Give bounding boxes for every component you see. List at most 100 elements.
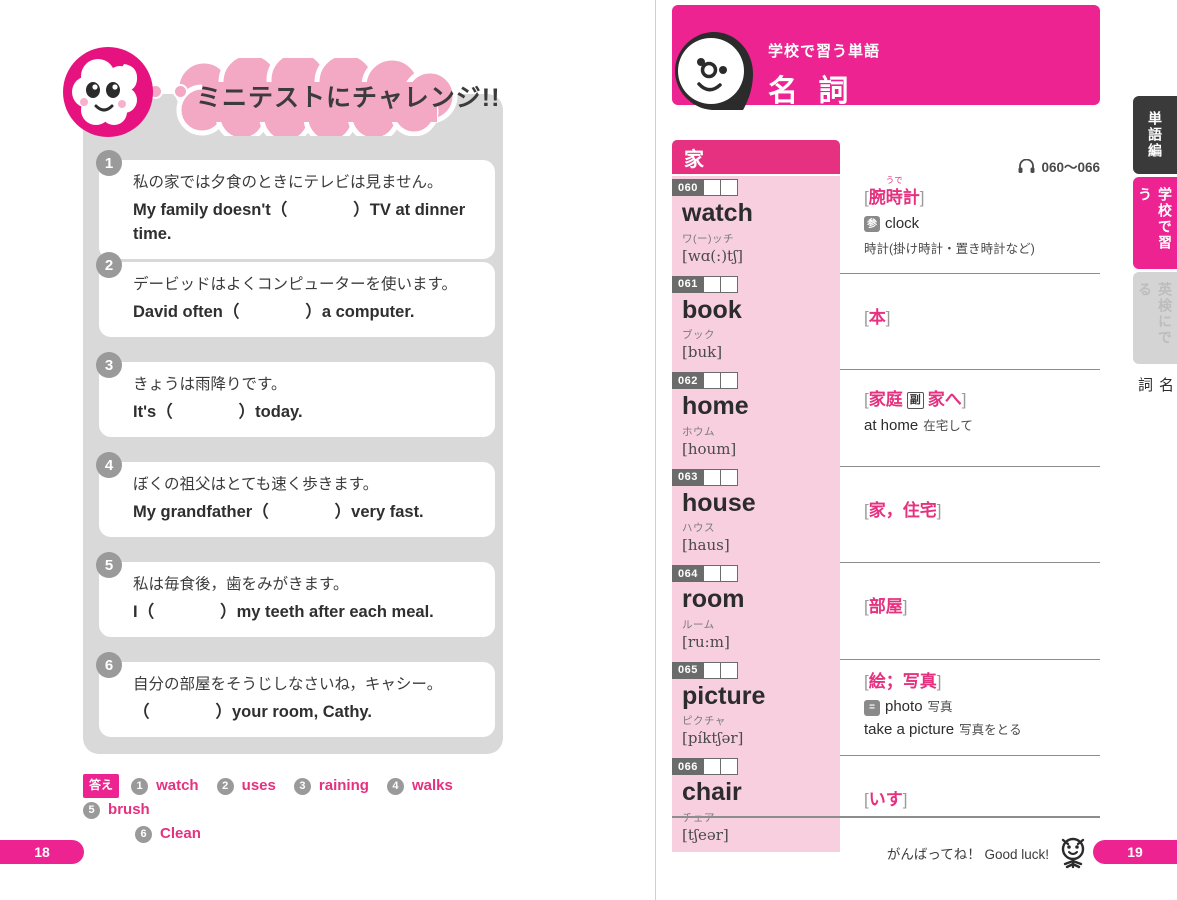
check-box-2[interactable] [720, 758, 738, 775]
check-box-2[interactable] [720, 468, 738, 486]
tab-gakko-de-narau[interactable]: 学校で習う [1133, 177, 1177, 269]
meaning-main: 本 [868, 307, 886, 327]
index-tabs: 単語編 学校で習う 英検にでる 名 詞 [1133, 96, 1177, 440]
entry-number: 066 [672, 758, 704, 775]
audio-range: 060〜066 [1041, 160, 1100, 175]
entry-number: 065 [672, 661, 704, 679]
meaning-main: いす [868, 790, 903, 809]
textbook-spread: ミニテストにチャレンジ!! 1 私の家では夕食のときにテレビは見ません。 My … [0, 0, 1177, 900]
vocab-entry: 064 room ルーム [ru:m] [部屋] [672, 562, 1100, 659]
vocab-meaning-column: [部屋] [840, 562, 1100, 659]
check-box-1[interactable] [703, 758, 721, 775]
quiz-card: 3 きょうは雨降りです。 It's（ ）today. [96, 352, 495, 438]
vocab-entry: 065 picture ピクチャ [píktʃər] [絵；写真] = phot… [672, 658, 1100, 755]
vocab-meaning: [家，住宅] [864, 499, 1092, 523]
mascot-icon [63, 47, 153, 137]
quiz-card: 2 デービッドはよくコンピューターを使います。 David often（ ）a … [96, 252, 495, 338]
meaning-main: 家庭 [868, 390, 903, 409]
entry-number: 060 [672, 179, 704, 196]
headphone-icon [1018, 159, 1035, 173]
answer-label: 答え [83, 774, 120, 798]
quiz-card: 5 私は毎食後，歯をみがきます。 I（ ）my teeth after each… [96, 552, 495, 638]
check-box-1[interactable] [703, 468, 721, 486]
note-english: photo [885, 698, 923, 716]
vocab-word: watch [682, 199, 753, 227]
vocab-word: book [682, 295, 742, 324]
vocab-meaning-column: [絵；写真] = photo 写真 take a picture 写真をとる [840, 658, 1100, 755]
note-english: clock [885, 214, 920, 232]
vocab-word-column: 061 book ブック [buk] [672, 272, 840, 369]
question-english: （ ）your room, Cathy. [133, 703, 372, 722]
vocab-kana: ハウス [682, 522, 715, 534]
note-japanese: 在宅して [923, 418, 973, 433]
entry-number: 063 [672, 468, 704, 486]
question-english: I（ ）my teeth after each meal. [133, 603, 434, 622]
check-box-1[interactable] [703, 372, 721, 389]
vocab-ipa: [tʃeər] [682, 825, 729, 844]
vocab-ipa: [ru:m] [682, 632, 730, 651]
tab-eiken-ni-deru[interactable]: 英検にでる [1133, 272, 1177, 364]
question-japanese: きょうは雨降りです。 [133, 376, 287, 393]
vocab-ipa: [haus] [682, 536, 730, 554]
entry-number-badge: 064 [672, 565, 738, 582]
page-number-left: 18 [0, 840, 84, 864]
page-number-right: 19 [1093, 840, 1177, 864]
quiz-card: 4 ぼくの祖父はとても速く歩きます。 My grandfather（ ）very… [96, 452, 495, 538]
question-japanese: 私の家では夕食のときにテレビは見ません。 [133, 174, 443, 191]
right-page: 学校で習う単語 名 詞 家 060〜066 060 watch ワ(ー)ッチ [… [655, 0, 1177, 900]
tab-tango-hen[interactable]: 単語編 [1133, 96, 1177, 174]
vocab-entry: 063 house ハウス [haus] [家，住宅] [672, 465, 1100, 562]
check-box-1[interactable] [703, 565, 721, 582]
entry-number: 064 [672, 565, 704, 582]
answer-number: 1 [131, 777, 149, 795]
check-box-2[interactable] [720, 661, 738, 679]
header-title: 名 詞 [768, 75, 855, 108]
vocab-note: at home 在宅して [864, 415, 1092, 438]
answer-number: 3 [293, 777, 311, 795]
answer-word: raining [318, 777, 369, 794]
question-number: 2 [96, 252, 122, 278]
vocab-entry: 060 watch ワ(ー)ッチ [wɑ(:)tʃ] [うで 腕時計] 参 clo… [672, 175, 1100, 273]
answer-word: watch [156, 777, 199, 794]
meaning-main: 部屋 [868, 597, 903, 616]
vocab-meaning: [絵；写真] [864, 670, 1092, 694]
vocabulary-list: 060 watch ワ(ー)ッチ [wɑ(:)tʃ] [うで 腕時計] 参 clo… [672, 175, 1100, 852]
answer-item: 1 watch [131, 774, 199, 798]
vocab-word-column: 065 picture ピクチャ [píktʃər] [672, 658, 840, 755]
vocab-word-column: 060 watch ワ(ー)ッチ [wɑ(:)tʃ] [672, 176, 840, 273]
entry-number: 062 [672, 372, 704, 389]
check-box-2[interactable] [720, 275, 738, 293]
entry-number-badge: 060 [672, 179, 738, 196]
check-box-1[interactable] [703, 275, 721, 293]
vocab-kana: ピクチャ [682, 715, 726, 727]
vocab-word: house [682, 488, 756, 517]
ruby-text: うで [885, 175, 903, 185]
list-bottom-rule [672, 816, 1100, 818]
note2-english: take a picture [864, 720, 955, 738]
question-number: 5 [96, 552, 122, 578]
check-box-2[interactable] [720, 565, 738, 582]
entry-number-badge: 061 [672, 275, 738, 293]
bracket-close: ] [961, 390, 967, 409]
reference-badge-icon: 参 [864, 216, 880, 233]
answer-item: 6 Clean [135, 822, 201, 846]
left-page: ミニテストにチャレンジ!! 1 私の家では夕食のときにテレビは見ません。 My … [0, 0, 655, 900]
note-japanese: 写真 [927, 700, 953, 715]
vocab-meaning: [部屋] [864, 595, 1092, 619]
check-box-2[interactable] [720, 179, 738, 196]
check-box-1[interactable] [703, 179, 721, 196]
bracket-close: ] [936, 671, 942, 691]
answer-item: 2 uses [216, 774, 276, 798]
entry-number-badge: 066 [672, 758, 738, 775]
check-box-1[interactable] [703, 661, 721, 679]
vocab-kana: ホウム [682, 425, 715, 438]
vocab-kana: ワ(ー)ッチ [682, 232, 734, 245]
vocab-note-2: take a picture 写真をとる [864, 719, 1092, 742]
vocab-word: room [682, 585, 745, 613]
face-icon [675, 32, 753, 110]
vocab-entry: 066 chair チェア [tʃeər] [いす] [672, 755, 1100, 852]
vocab-entry: 062 home ホウム [houm] [家庭副家へ] at home 在宅して [672, 369, 1100, 466]
check-box-2[interactable] [720, 372, 738, 389]
answer-number: 2 [216, 777, 234, 795]
bracket-close: ] [885, 307, 891, 327]
